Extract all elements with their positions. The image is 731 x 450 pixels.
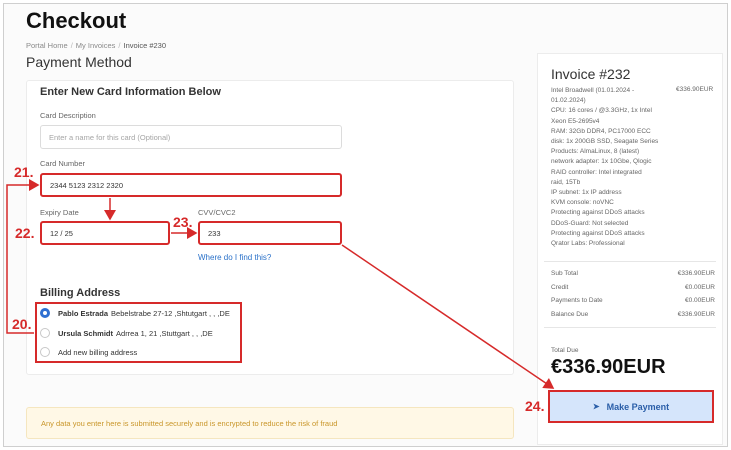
- step-label-24: 24.: [525, 398, 545, 414]
- step-label-20: 20.: [12, 316, 32, 332]
- annotation-arrows: [6, 179, 555, 389]
- arrow-23-to-24: [341, 244, 555, 389]
- step-label-22: 22.: [15, 225, 35, 241]
- step-label-23: 23.: [173, 214, 193, 230]
- arrow-20-to-21: [6, 179, 40, 334]
- step-label-21: 21.: [14, 164, 34, 180]
